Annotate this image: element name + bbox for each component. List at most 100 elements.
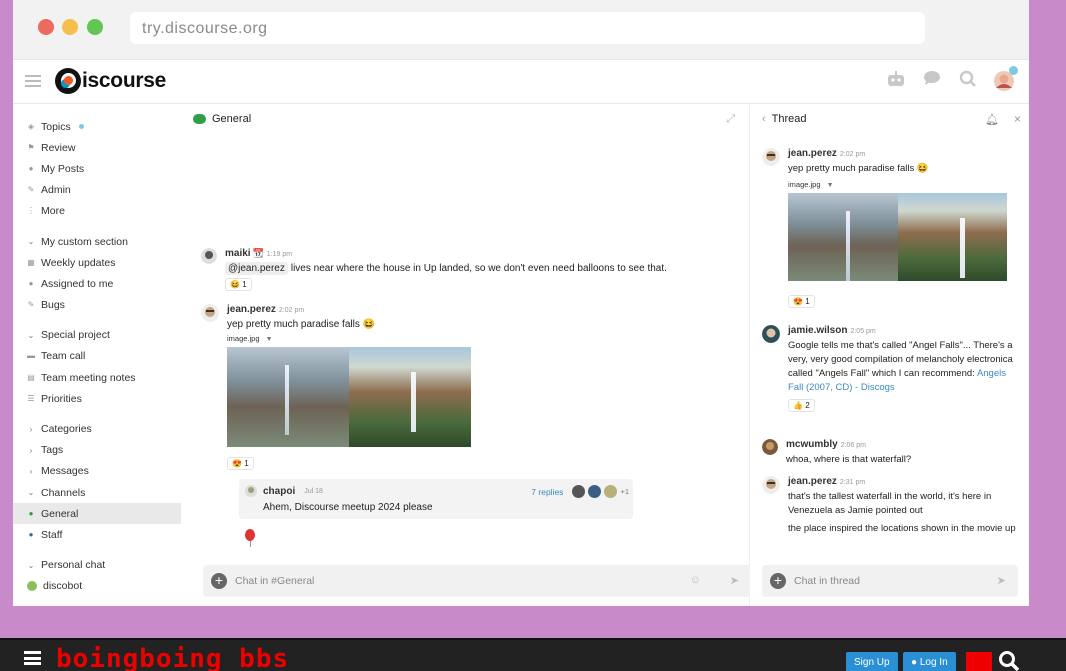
sidebar-section-categories[interactable]: › Categories (13, 418, 181, 439)
sidebar-item-more[interactable]: ⋮ More (13, 201, 181, 222)
log-in-button[interactable]: ● Log In (903, 652, 956, 671)
unread-dot (78, 124, 84, 130)
sidebar-item-team-call[interactable]: ▬ Team call (13, 346, 181, 367)
avatar (588, 485, 602, 498)
message-username[interactable]: jean.perez (227, 304, 276, 315)
sidebar-section-channels[interactable]: ⌄ Channels (13, 482, 181, 503)
chevron-left-icon[interactable]: ‹ (762, 113, 766, 125)
waterfall-image[interactable] (227, 347, 349, 447)
bbs-logo[interactable]: boingboing bbs (56, 645, 289, 671)
emoji-icon[interactable]: ☺ (690, 574, 701, 586)
sidebar-item-discobot[interactable]: discobot (13, 576, 181, 597)
image-filename[interactable]: image.jpg (227, 334, 260, 343)
message-text: yep pretty much paradise falls 😆 (227, 319, 376, 330)
bb-mini-logo-icon[interactable] (966, 652, 992, 671)
waterfall-image[interactable] (898, 193, 1007, 281)
waterfall-image[interactable] (349, 347, 471, 447)
robot-icon[interactable] (885, 70, 907, 92)
thread-username[interactable]: chapoi (263, 486, 295, 497)
sidebar-item-priorities[interactable]: ☰ Priorities (13, 388, 181, 409)
message-text: lives near where the house in Up landed,… (290, 263, 667, 274)
sidebar-section-tags[interactable]: › Tags (13, 440, 181, 461)
sidebar-item-bugs[interactable]: ✎ Bugs (13, 295, 181, 316)
hamburger-menu-icon[interactable] (25, 75, 41, 87)
maximize-window-button[interactable] (87, 19, 103, 35)
sidebar-item-my-posts[interactable]: ● My Posts (13, 158, 181, 179)
thread-preview[interactable]: chapoi Jul 18 Ahem, Discourse meetup 202… (239, 479, 633, 519)
bell-icon[interactable]: 🔔︎ (985, 113, 999, 126)
sidebar-section-custom[interactable]: ⌄ My custom section (13, 231, 181, 252)
reaction-button[interactable]: 👍 2 (788, 399, 815, 412)
channel-title[interactable]: General (212, 113, 251, 125)
image-filename[interactable]: image.jpg (788, 180, 821, 189)
reaction-count: 1 (244, 459, 249, 468)
message-username[interactable]: mcwumbly (786, 439, 838, 450)
message-text: yep pretty much paradise falls 😆 (788, 163, 929, 174)
sidebar-item-weekly-updates[interactable]: ▦ Weekly updates (13, 252, 181, 273)
channel-composer[interactable]: + Chat in #General ☺ ➤ (203, 565, 753, 597)
sidebar-item-channel-staff[interactable]: ● Staff (13, 524, 181, 545)
ellipsis-icon: ⋮ (27, 206, 35, 216)
avatar[interactable] (201, 248, 217, 264)
sidebar-item-assigned[interactable]: ● Assigned to me (13, 273, 181, 294)
send-icon[interactable]: ➤ (730, 574, 739, 587)
header-icons (885, 66, 1018, 92)
message-username[interactable]: jean.perez (788, 476, 837, 487)
send-icon[interactable]: ➤ (997, 574, 1006, 587)
sidebar-section-messages[interactable]: › Messages (13, 461, 181, 482)
message-username[interactable]: jean.perez (788, 148, 837, 159)
discourse-logo[interactable]: iscourse (55, 68, 166, 94)
add-icon[interactable]: + (211, 573, 227, 589)
reaction-button[interactable]: 😆 1 (225, 278, 252, 291)
discobot-avatar (27, 581, 37, 592)
message-username[interactable]: jamie.wilson (788, 325, 847, 336)
sidebar-item-review[interactable]: ⚑ Review (13, 137, 181, 158)
search-icon[interactable] (998, 650, 1020, 671)
url-bar[interactable]: try.discourse.org (130, 12, 925, 44)
hamburger-menu-icon[interactable] (24, 651, 41, 665)
pin-icon[interactable]: ⤢ (726, 113, 735, 126)
sidebar-item-admin[interactable]: ✎ Admin (13, 180, 181, 201)
reaction-button[interactable]: 😍 1 (227, 457, 254, 470)
avatar[interactable] (762, 325, 780, 343)
minimize-window-button[interactable] (62, 19, 78, 35)
sidebar-section-title: Categories (41, 423, 92, 436)
sidebar-item-team-meeting-notes[interactable]: ▤ Team meeting notes (13, 367, 181, 388)
message-time: 1:19 pm (266, 251, 293, 258)
sidebar-item-topics[interactable]: ◈ Topics (13, 116, 181, 137)
sidebar-item-channel-general[interactable]: ● General (13, 503, 181, 525)
balloon-icon (245, 529, 255, 541)
avatar[interactable] (762, 476, 780, 494)
user-mention[interactable]: @jean.perez (225, 262, 288, 275)
sidebar-item-label: Review (41, 141, 76, 154)
sidebar-item-label: General (41, 507, 79, 520)
waterfall-image[interactable] (788, 193, 898, 281)
sidebar: ◈ Topics ⚑ Review ● My Posts ✎ Admin ⋮ M… (13, 105, 181, 606)
thread-composer[interactable]: + Chat in thread ➤ (762, 565, 1018, 597)
thread-participant-count: +1 (620, 487, 629, 496)
avatar[interactable] (201, 304, 219, 322)
close-window-button[interactable] (38, 19, 54, 35)
thread-replies-link[interactable]: 7 replies (531, 487, 563, 497)
wrench-icon: ✎ (27, 300, 35, 310)
avatar[interactable] (762, 148, 780, 166)
caret-down-icon[interactable]: ▼ (266, 336, 273, 343)
close-icon[interactable]: × (1014, 112, 1021, 126)
video-icon: ▬ (27, 351, 35, 361)
reaction-button[interactable]: 😍 1 (788, 295, 815, 308)
message-username[interactable]: maiki (225, 248, 251, 259)
avatar[interactable] (762, 439, 778, 455)
chat-channel-pane: General ⤢ maiki 📆 1:19 pm @jean.perez lives… (181, 105, 753, 606)
sidebar-section-special-project[interactable]: ⌄ Special project (13, 325, 181, 346)
discourse-header: iscourse (13, 60, 1029, 104)
search-icon[interactable] (957, 70, 979, 92)
chat-icon[interactable] (921, 70, 943, 92)
user-avatar[interactable] (993, 66, 1018, 92)
caret-down-icon[interactable]: ▼ (827, 182, 834, 189)
reaction-count: 1 (805, 297, 810, 306)
thread-message: jean.perez 2:02 pm yep pretty much paradi… (762, 148, 1020, 308)
add-icon[interactable]: + (770, 573, 786, 589)
channel-header: General ⤢ (181, 105, 749, 133)
sign-up-button[interactable]: Sign Up (846, 652, 898, 671)
sidebar-section-personal-chat[interactable]: ⌄ Personal chat (13, 555, 181, 576)
